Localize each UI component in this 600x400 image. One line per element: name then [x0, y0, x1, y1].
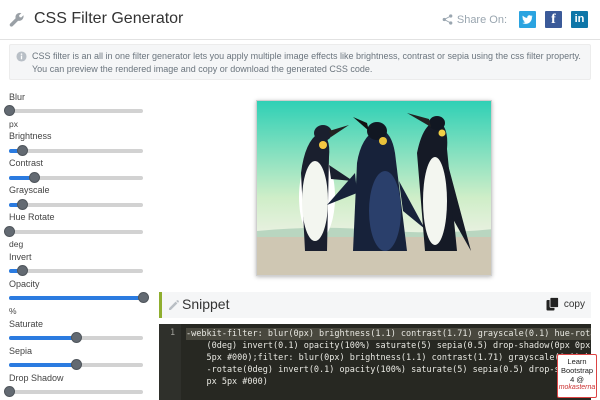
- facebook-share-button[interactable]: f: [545, 11, 562, 28]
- app-header: CSS Filter Generator Share On: f in: [0, 0, 600, 40]
- slider-fill: [9, 336, 76, 340]
- page-title: CSS Filter Generator: [34, 10, 184, 27]
- code-line: (0deg) invert(0.1) opacity(100%) saturat…: [186, 341, 591, 351]
- grayscale-label: Grayscale: [9, 185, 50, 195]
- saturate-label: Saturate: [9, 319, 44, 329]
- info-text: CSS filter is an all in one filter gener…: [32, 51, 581, 74]
- code-line: -webkit-filter: blur(0px) brightness(1.1…: [186, 328, 591, 340]
- slider-fill: [9, 296, 143, 300]
- opacity-unit: %: [9, 306, 17, 316]
- slider-thumb[interactable]: [71, 359, 82, 370]
- slider-thumb[interactable]: [138, 292, 149, 303]
- copy-icon: [546, 297, 559, 311]
- snippet-header: Snippet copy: [159, 292, 591, 318]
- drop-shadow-slider[interactable]: [4, 386, 143, 398]
- twitter-share-button[interactable]: [519, 11, 536, 28]
- sepia-slider[interactable]: [9, 359, 143, 371]
- line-number: 1: [170, 328, 176, 338]
- slider-thumb[interactable]: [4, 386, 15, 397]
- ad-text: Learn Bootstrap 4 @: [560, 357, 594, 384]
- code-gutter: 1: [159, 324, 181, 400]
- code-lines: -webkit-filter: blur(0px) brightness(1.1…: [186, 328, 591, 388]
- blur-unit: px: [9, 119, 18, 129]
- opacity-slider[interactable]: [9, 292, 149, 304]
- share-icon: [442, 14, 453, 25]
- hue-rotate-label: Hue Rotate: [9, 212, 55, 222]
- code-line: -rotate(0deg) invert(0.1) opacity(100%) …: [186, 365, 591, 375]
- ad-brand: mokasterna: [558, 384, 596, 391]
- contrast-label: Contrast: [9, 158, 44, 168]
- blur-label: Blur: [9, 92, 26, 102]
- share-bar: Share On: f in: [442, 11, 588, 28]
- filter-controls: Blur px Brightness Contrast Grayscale Hu…: [0, 88, 150, 400]
- slider-thumb[interactable]: [4, 105, 15, 116]
- code-block[interactable]: 1 -webkit-filter: blur(0px) brightness(1…: [159, 324, 591, 400]
- saturate-slider[interactable]: [9, 332, 143, 344]
- slider-fill: [9, 363, 76, 367]
- facebook-icon: f: [551, 12, 556, 27]
- share-label: Share On:: [456, 13, 507, 26]
- invert-label: Invert: [9, 252, 32, 262]
- code-line: px 5px #000): [186, 377, 268, 387]
- brightness-label: Brightness: [9, 131, 52, 141]
- preview-image: [256, 100, 492, 276]
- pencil-icon: [169, 300, 179, 310]
- hue-rotate-slider[interactable]: [4, 226, 143, 238]
- hue-rotate-unit: deg: [9, 239, 24, 249]
- slider-thumb[interactable]: [17, 199, 29, 210]
- linkedin-share-button[interactable]: in: [571, 11, 588, 28]
- linkedin-icon: in: [574, 13, 585, 25]
- invert-slider[interactable]: [9, 265, 143, 277]
- contrast-slider[interactable]: [9, 172, 143, 184]
- wrench-icon: [9, 12, 24, 27]
- slider-thumb[interactable]: [17, 265, 29, 276]
- copy-button[interactable]: copy: [546, 297, 585, 311]
- slider-thumb[interactable]: [4, 226, 15, 237]
- slider-thumb[interactable]: [29, 172, 41, 183]
- blur-slider[interactable]: [4, 105, 143, 117]
- info-box: CSS filter is an all in one filter gener…: [9, 44, 591, 80]
- copy-label: copy: [563, 298, 585, 310]
- bootstrap-ad[interactable]: Learn Bootstrap 4 @ mokasterna: [557, 354, 597, 398]
- info-icon: [16, 51, 27, 62]
- slider-thumb[interactable]: [17, 145, 29, 156]
- grayscale-slider[interactable]: [9, 199, 143, 211]
- penguins-image: [257, 101, 491, 275]
- brightness-slider[interactable]: [9, 145, 143, 157]
- snippet-title: Snippet: [182, 296, 230, 312]
- drop-shadow-label: Drop Shadow: [9, 373, 64, 383]
- sepia-label: Sepia: [9, 346, 33, 356]
- slider-thumb[interactable]: [71, 332, 82, 343]
- code-line: 5px #000);filter: blur(0px) brightness(1…: [186, 353, 591, 363]
- opacity-label: Opacity: [9, 279, 40, 289]
- twitter-icon: [522, 15, 533, 24]
